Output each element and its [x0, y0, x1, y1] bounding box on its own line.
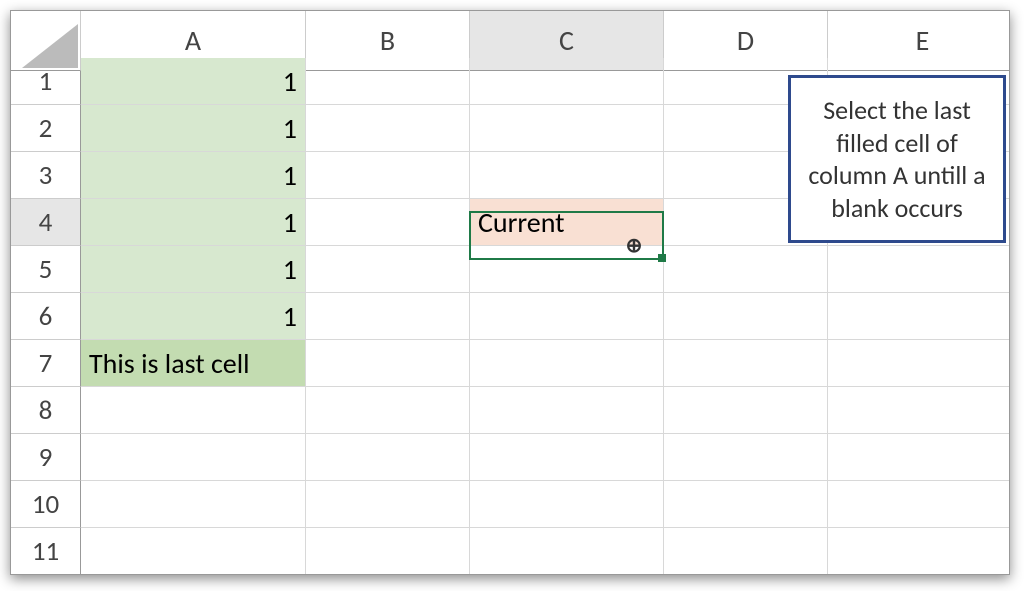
row-header-5[interactable]: 5: [11, 246, 81, 293]
cell-A7[interactable]: This is last cell: [81, 340, 306, 387]
cell-B7[interactable]: [306, 340, 470, 387]
cell-B3[interactable]: [306, 152, 470, 199]
cell-C10[interactable]: [470, 481, 664, 528]
cell-B8[interactable]: [306, 387, 470, 434]
cell-A1[interactable]: 1: [81, 58, 306, 105]
cell-D11[interactable]: [664, 528, 828, 575]
cell-C1[interactable]: [470, 58, 664, 105]
row-header-4[interactable]: 4: [11, 199, 81, 246]
cell-E10[interactable]: [828, 481, 1010, 528]
cell-D10[interactable]: [664, 481, 828, 528]
cell-A9[interactable]: [81, 434, 306, 481]
row-header-6[interactable]: 6: [11, 293, 81, 340]
cell-D6[interactable]: [664, 293, 828, 340]
cell-A2[interactable]: 1: [81, 105, 306, 152]
cell-C11[interactable]: [470, 528, 664, 575]
cell-B11[interactable]: [306, 528, 470, 575]
cell-cursor-cross-icon: ⊕: [625, 236, 643, 254]
cell-D7[interactable]: [664, 340, 828, 387]
cell-D5[interactable]: [664, 246, 828, 293]
row-header-8[interactable]: 8: [11, 387, 81, 434]
cell-E5[interactable]: [828, 246, 1010, 293]
cell-B6[interactable]: [306, 293, 470, 340]
cell-E8[interactable]: [828, 387, 1010, 434]
cell-C7[interactable]: [470, 340, 664, 387]
row-header-7[interactable]: 7: [11, 340, 81, 387]
cell-A3[interactable]: 1: [81, 152, 306, 199]
select-all-corner[interactable]: [11, 11, 81, 71]
cell-A11[interactable]: [81, 528, 306, 575]
cell-E6[interactable]: [828, 293, 1010, 340]
cell-B5[interactable]: [306, 246, 470, 293]
row-header-9[interactable]: 9: [11, 434, 81, 481]
cell-A6[interactable]: 1: [81, 293, 306, 340]
cell-B4[interactable]: [306, 199, 470, 246]
cell-E7[interactable]: [828, 340, 1010, 387]
cell-E11[interactable]: [828, 528, 1010, 575]
row-header-11[interactable]: 11: [11, 528, 81, 575]
cell-A5[interactable]: 1: [81, 246, 306, 293]
cell-A10[interactable]: [81, 481, 306, 528]
cell-C2[interactable]: [470, 105, 664, 152]
row-header-3[interactable]: 3: [11, 152, 81, 199]
cell-C9[interactable]: [470, 434, 664, 481]
cell-D9[interactable]: [664, 434, 828, 481]
row-header-2[interactable]: 2: [11, 105, 81, 152]
cell-B9[interactable]: [306, 434, 470, 481]
cell-B1[interactable]: [306, 58, 470, 105]
cell-A8[interactable]: [81, 387, 306, 434]
spreadsheet-window: A B C D E 1 1 2 1 3 1 4 1 Current 5: [10, 10, 1010, 575]
instruction-callout: Select the last filled cell of column A …: [788, 75, 1006, 243]
cell-E9[interactable]: [828, 434, 1010, 481]
cell-B2[interactable]: [306, 105, 470, 152]
cell-A4[interactable]: 1: [81, 199, 306, 246]
cell-C3[interactable]: [470, 152, 664, 199]
cell-C6[interactable]: [470, 293, 664, 340]
cell-B10[interactable]: [306, 481, 470, 528]
cell-C8[interactable]: [470, 387, 664, 434]
cell-D8[interactable]: [664, 387, 828, 434]
row-header-10[interactable]: 10: [11, 481, 81, 528]
